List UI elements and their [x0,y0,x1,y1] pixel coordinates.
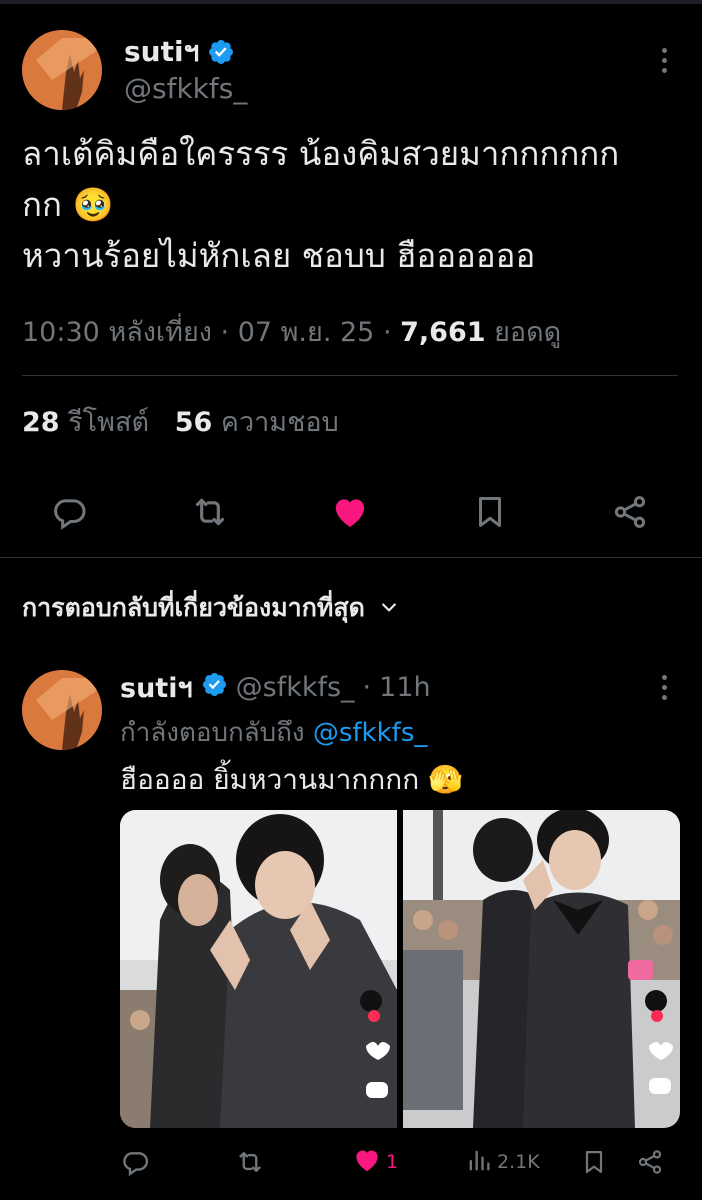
reply-icon[interactable] [49,492,89,532]
reply-author-row: sutiฯ @sfkkfs_ · 11h [120,666,431,709]
top-divider [0,0,702,4]
author-row: sutiฯ [124,30,235,74]
reply-action-bar: 1 2.1K [0,1140,702,1184]
reply-time-separator: · [362,672,372,703]
views-count: 2.1K [497,1151,540,1173]
divider [22,375,678,376]
reply-author-handle[interactable]: @sfkkfs_ [236,672,355,703]
author-handle[interactable]: @sfkkfs_ [124,72,247,105]
reply-photo[interactable] [403,810,680,1128]
repost-icon[interactable] [190,492,230,532]
heart-filled-icon[interactable] [330,492,370,532]
avatar[interactable] [22,670,102,750]
tweet-stats: 28 รีโพสต์ 56 ความชอบ [22,400,339,443]
likes-label[interactable]: ความชอบ [212,407,339,438]
share-icon[interactable] [636,1144,664,1180]
reply-icon[interactable] [120,1144,150,1180]
reply-timestamp[interactable]: 11h [379,672,430,703]
divider [0,557,702,558]
replies-sort-label: การตอบกลับที่เกี่ยวข้องมากที่สุด [22,593,365,622]
reposts-count[interactable]: 28 [22,407,60,438]
replying-to-label: กำลังตอบกลับถึง [120,718,313,748]
more-options-icon[interactable] [660,675,668,703]
likes-count[interactable]: 56 [175,407,213,438]
tweet-text-line: ลาเต้คิมคือใครรรร น้องคิมสวยมากกกกกก [22,134,620,173]
repost-icon[interactable] [235,1144,265,1180]
bookmark-icon[interactable] [470,492,510,532]
replying-to-handle-link[interactable]: @sfkkfs_ [313,718,428,748]
tweet-action-bar [0,482,702,542]
replies-sort-dropdown[interactable]: การตอบกลับที่เกี่ยวข้องมากที่สุด [22,588,399,628]
verified-badge-icon [201,671,228,705]
tweet-text-line: กก 🥹 [22,185,114,225]
views-chart-icon [465,1146,493,1179]
replying-to: กำลังตอบกลับถึง @sfkkfs_ [120,712,427,753]
share-icon[interactable] [610,492,650,532]
tweet-timestamp[interactable]: 10:30 หลังเที่ยง · 07 พ.ย. 25 · [22,317,400,348]
views-button[interactable]: 2.1K [465,1144,540,1180]
author-name[interactable]: sutiฯ [124,30,199,74]
heart-filled-icon [352,1145,382,1180]
tweet-text: ลาเต้คิมคือใครรรร น้องคิมสวยมากกกกกก กก … [22,128,682,281]
avatar[interactable] [22,30,102,110]
tweet-text-line: หวานร้อยไม่หักเลย ชอบบ ฮืออออออ [22,236,536,276]
views-count: 7,661 [400,317,486,348]
reply-photo[interactable] [120,810,397,1128]
chevron-down-icon [379,594,399,623]
reply-author-name[interactable]: sutiฯ [120,666,193,709]
more-options-icon[interactable] [660,48,668,76]
reply-media-grid [120,810,680,1128]
like-count: 1 [386,1151,399,1173]
tweet-meta: 10:30 หลังเที่ยง · 07 พ.ย. 25 · 7,661 ยอ… [22,310,561,353]
reply-text: ฮืออออ ยิ้มหวานมากกกก 🫣 [120,763,463,796]
verified-badge-icon [207,38,235,66]
bookmark-icon[interactable] [580,1144,608,1180]
reposts-label[interactable]: รีโพสต์ [60,407,149,438]
like-button[interactable]: 1 [352,1144,398,1180]
views-label: ยอดดู [485,317,562,348]
